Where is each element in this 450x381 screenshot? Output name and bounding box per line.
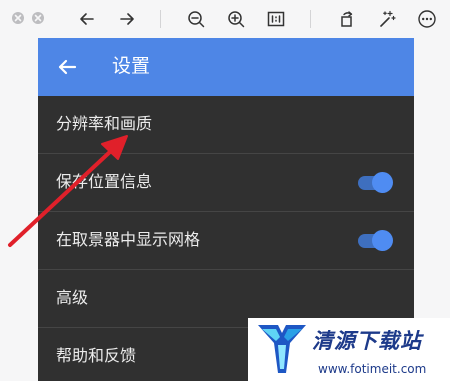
close-icon [14,14,22,22]
actual-size-icon [267,11,285,27]
watermark-brand: 清源下载站 [312,329,422,353]
zoom-in-icon [228,11,245,28]
setting-label: 分辨率和画质 [56,114,153,133]
window-close-button[interactable] [12,12,24,24]
page-title: 设置 [112,55,151,77]
enhance-button[interactable] [376,8,398,30]
zoom-out-icon [188,11,205,28]
next-image-button[interactable] [116,8,138,30]
arrow-left-icon [80,13,94,25]
magic-wand-icon [380,10,396,27]
setting-save-location[interactable]: 保存位置信息 [38,154,414,212]
toggle-thumb [372,230,393,251]
zoom-in-button[interactable] [225,8,247,30]
save-location-toggle[interactable] [358,172,393,193]
watermark-url: www.fotimeit.com [318,362,427,376]
toolbar-divider [310,10,311,28]
more-options-button[interactable] [416,8,438,30]
window-minimize-button[interactable] [32,12,44,24]
image-viewer-toolbar [0,0,450,38]
setting-label: 高级 [56,288,89,307]
toggle-thumb [372,172,393,193]
setting-label: 帮助和反馈 [56,346,137,365]
setting-label: 保存位置信息 [56,172,153,191]
setting-show-grid[interactable]: 在取景器中显示网格 [38,212,414,270]
actual-size-button[interactable] [265,8,287,30]
rotate-button[interactable] [336,8,358,30]
zoom-out-button[interactable] [185,8,207,30]
back-arrow-icon[interactable] [56,56,78,78]
app-bar: 设置 [38,38,414,96]
setting-resolution-quality[interactable]: 分辨率和画质 [38,96,414,154]
setting-label: 在取景器中显示网格 [56,230,201,249]
previous-image-button[interactable] [76,8,98,30]
more-icon [418,10,436,28]
arrow-right-icon [120,13,134,25]
toolbar-divider [160,10,161,28]
show-grid-toggle[interactable] [358,230,393,251]
rotate-icon [341,11,353,27]
watermark-logo-icon [258,325,306,373]
minimize-icon [34,14,42,22]
